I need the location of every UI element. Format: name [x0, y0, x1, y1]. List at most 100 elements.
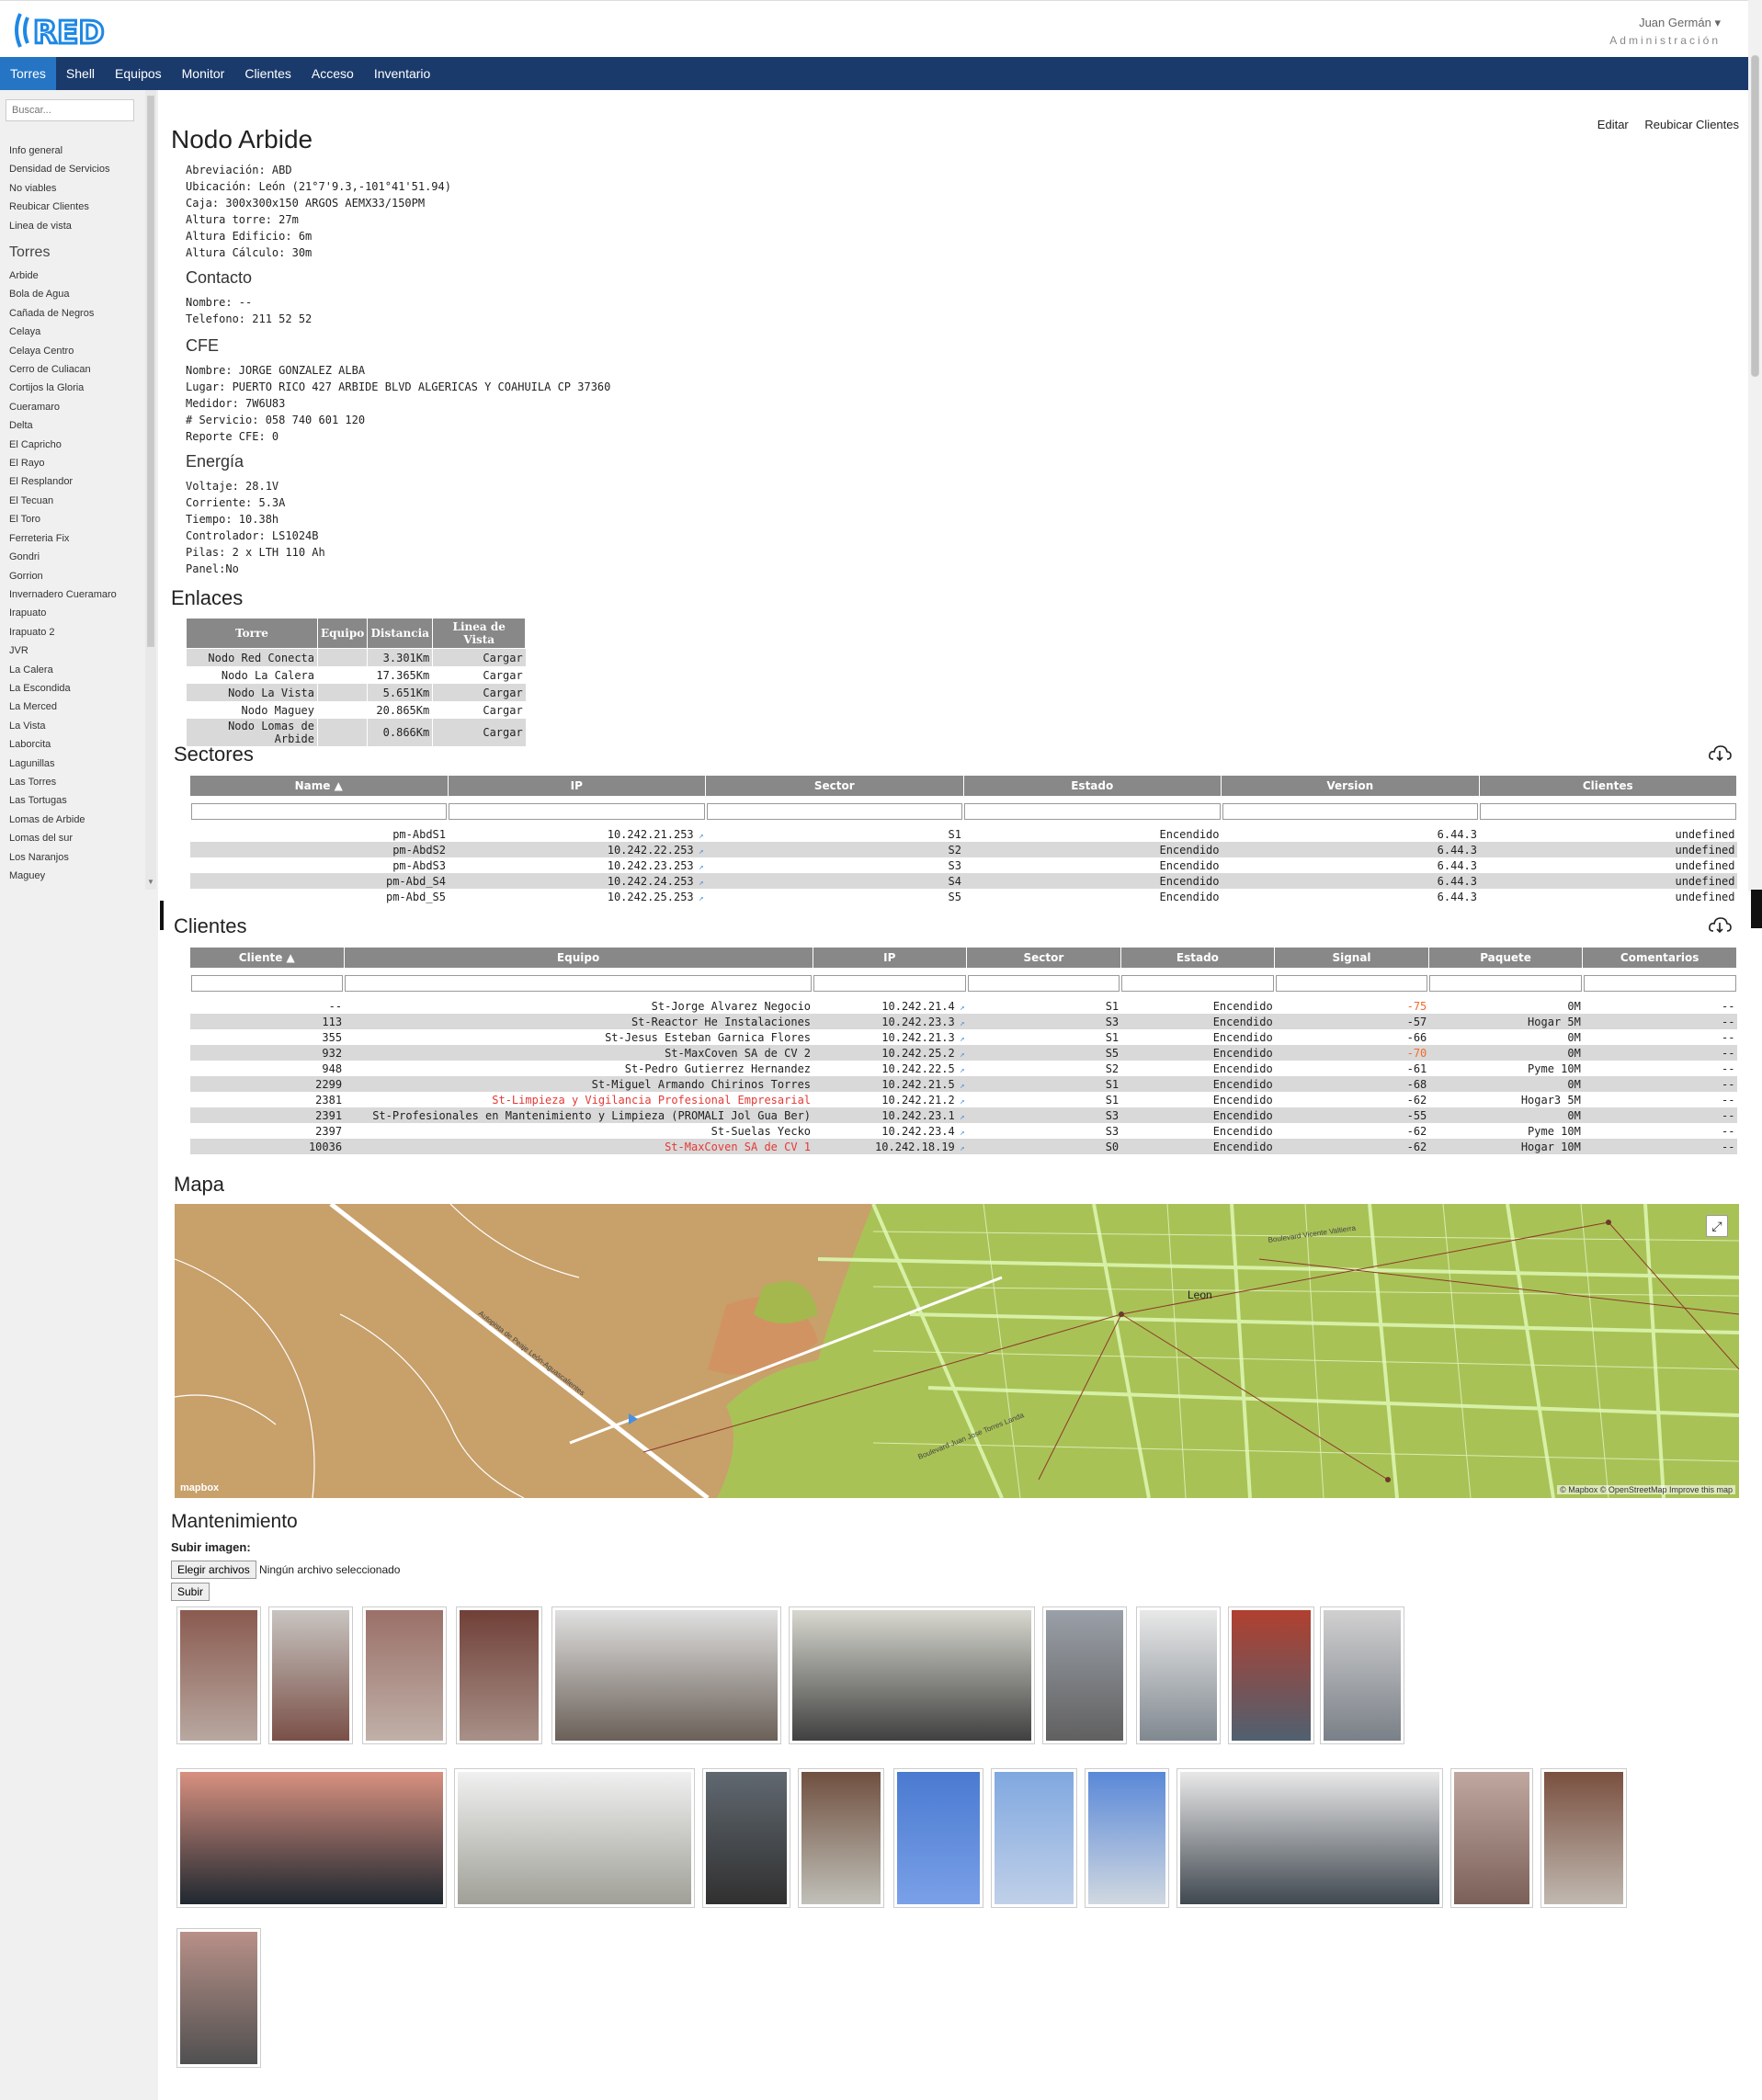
sidebar-tower-item[interactable]: El Resplandor	[9, 472, 117, 491]
table-row[interactable]: pm-AbdS3 10.242.23.253 ↗ S3 Encendido 6.44.3…	[190, 857, 1737, 873]
maintenance-photo-thumbnail[interactable]	[1228, 1606, 1314, 1744]
sidebar-link-density[interactable]: Densidad de Servicios	[9, 160, 109, 178]
sidebar-tower-item[interactable]: Cortijos la Gloria	[9, 379, 117, 397]
clients-col-header[interactable]: Comentarios	[1582, 947, 1737, 969]
maintenance-photo-thumbnail[interactable]	[454, 1768, 695, 1908]
nav-clientes[interactable]: Clientes	[234, 57, 301, 90]
map-canvas[interactable]: Leon Autopista de Peaje León-Aguascalien…	[175, 1204, 1739, 1498]
scroll-handle[interactable]	[1751, 890, 1762, 928]
load-line-of-sight-link[interactable]: Cargar	[432, 701, 526, 719]
maintenance-photo-thumbnail[interactable]	[789, 1606, 1035, 1744]
sectors-col-header[interactable]: Version	[1221, 775, 1480, 797]
sectors-col-header[interactable]: IP	[447, 775, 706, 797]
choose-files-button[interactable]: Elegir archivos	[171, 1561, 256, 1579]
external-link-icon[interactable]: ↗	[694, 894, 703, 903]
external-link-icon[interactable]: ↗	[955, 1082, 964, 1091]
clients-col-header[interactable]: Signal	[1274, 947, 1429, 969]
sidebar-tower-item[interactable]: Lomas de Arbide	[9, 811, 117, 829]
maintenance-photo-thumbnail[interactable]	[702, 1768, 790, 1908]
attribution-mapbox-link[interactable]: © Mapbox	[1560, 1485, 1597, 1494]
column-filter-input[interactable]	[1222, 803, 1478, 820]
sectors-col-header[interactable]: Clientes	[1478, 775, 1737, 797]
table-row[interactable]: 2381 St-Limpieza y Vigilancia Profesional…	[190, 1092, 1737, 1107]
maintenance-photo-thumbnail[interactable]	[893, 1768, 983, 1908]
clients-col-header[interactable]: Cliente ▲	[189, 947, 345, 969]
external-link-icon[interactable]: ↗	[955, 1097, 964, 1107]
sidebar-tower-item[interactable]: La Merced	[9, 698, 117, 716]
sidebar-tower-item[interactable]: Gorrion	[9, 567, 117, 585]
mapbox-logo[interactable]: mapbox	[180, 1482, 219, 1493]
red-logo[interactable]: RED	[11, 8, 112, 52]
external-link-icon[interactable]: ↗	[955, 1035, 964, 1044]
relocate-clients-button[interactable]: Reubicar Clientes	[1644, 118, 1739, 131]
maintenance-photo-thumbnail[interactable]	[176, 1768, 447, 1908]
load-line-of-sight-link[interactable]: Cargar	[432, 648, 526, 666]
maintenance-photo-thumbnail[interactable]	[1320, 1606, 1404, 1744]
load-line-of-sight-link[interactable]: Cargar	[432, 666, 526, 684]
improve-map-link[interactable]: Improve this map	[1669, 1485, 1733, 1494]
sidebar-tower-item[interactable]: Arbide	[9, 267, 117, 285]
maintenance-photo-thumbnail[interactable]	[1540, 1768, 1627, 1908]
clients-col-header[interactable]: Equipo	[343, 947, 813, 969]
column-filter-input[interactable]	[1583, 975, 1736, 992]
user-menu[interactable]: Juan Germán ▾ Administración	[1609, 16, 1721, 47]
clients-col-header[interactable]: Estado	[1120, 947, 1276, 969]
column-filter-input[interactable]	[813, 975, 966, 992]
table-row[interactable]: pm-Abd_S5 10.242.25.253 ↗ S5 Encendido 6.44.…	[190, 889, 1737, 904]
table-row[interactable]: pm-Abd_S4 10.242.24.253 ↗ S4 Encendido 6.44.…	[189, 873, 1737, 889]
external-link-icon[interactable]: ↗	[955, 1113, 964, 1122]
column-filter-input[interactable]	[190, 975, 344, 992]
sidebar-tower-item[interactable]: Las Torres	[9, 773, 117, 791]
column-filter-input[interactable]	[1121, 975, 1274, 992]
clients-col-header[interactable]: Sector	[966, 947, 1121, 969]
external-link-icon[interactable]: ↗	[694, 832, 703, 841]
external-link-icon[interactable]: ↗	[955, 1144, 964, 1153]
sidebar-tower-item[interactable]: JVR	[9, 641, 117, 660]
sidebar-tower-item[interactable]: La Calera	[9, 661, 117, 679]
map-view[interactable]: Leon Autopista de Peaje León-Aguascalien…	[175, 1204, 1739, 1498]
sectors-col-header[interactable]: Estado	[962, 775, 1222, 797]
table-row[interactable]: pm-AbdS1 10.242.21.253 ↗ S1 Encendido 6.44.3…	[190, 826, 1737, 842]
maintenance-photo-thumbnail[interactable]	[1042, 1606, 1127, 1744]
sidebar-link-info[interactable]: Info general	[9, 142, 109, 160]
attribution-osm-link[interactable]: © OpenStreetMap	[1600, 1485, 1667, 1494]
nav-torres[interactable]: Torres	[0, 57, 56, 90]
table-row[interactable]: 2391 St-Profesionales en Mantenimiento y …	[189, 1107, 1737, 1123]
table-row[interactable]: pm-AbdS2 10.242.22.253 ↗ S2 Encendido 6.44.3…	[189, 842, 1737, 857]
sectors-col-header[interactable]: Sector	[705, 775, 964, 797]
sidebar-tower-item[interactable]: Ferreteria Fix	[9, 529, 117, 548]
sidebar-tower-item[interactable]: Cañada de Negros	[9, 304, 117, 323]
external-link-icon[interactable]: ↗	[955, 1066, 964, 1075]
maintenance-photo-thumbnail[interactable]	[268, 1606, 353, 1744]
table-row[interactable]: 2397 St-Suelas Yecko 10.242.23.4 ↗ S3 Encend…	[190, 1123, 1737, 1139]
download-icon[interactable]	[1708, 744, 1732, 767]
sidebar-tower-item[interactable]: Las Tortugas	[9, 791, 117, 810]
external-link-icon[interactable]: ↗	[694, 847, 703, 857]
column-filter-input[interactable]	[449, 803, 705, 820]
maintenance-photo-thumbnail[interactable]	[798, 1768, 884, 1908]
tower-marker-icon[interactable]	[1119, 1311, 1124, 1317]
clients-col-header[interactable]: Paquete	[1427, 947, 1584, 969]
sidebar-tower-item[interactable]: Bola de Agua	[9, 285, 117, 303]
maintenance-photo-thumbnail[interactable]	[991, 1768, 1077, 1908]
maintenance-photo-thumbnail[interactable]	[1450, 1768, 1533, 1908]
nav-shell[interactable]: Shell	[56, 57, 105, 90]
sidebar-tower-item[interactable]: Lagunillas	[9, 755, 117, 773]
maintenance-photo-thumbnail[interactable]	[1177, 1768, 1443, 1908]
load-line-of-sight-link[interactable]: Cargar	[432, 684, 526, 701]
scroll-down-icon[interactable]: ▼	[147, 878, 154, 886]
upload-submit-button[interactable]: Subir	[171, 1583, 210, 1601]
sidebar-tower-item[interactable]: Gondri	[9, 548, 117, 566]
column-filter-input[interactable]	[706, 803, 962, 820]
sidebar-tower-item[interactable]: Irapuato	[9, 604, 117, 622]
nav-equipos[interactable]: Equipos	[105, 57, 172, 90]
maintenance-photo-thumbnail[interactable]	[176, 1606, 261, 1744]
column-filter-input[interactable]	[1275, 975, 1428, 992]
sidebar-tower-item[interactable]: Los Naranjos	[9, 848, 117, 867]
sidebar-tower-item[interactable]: Lomas del sur	[9, 829, 117, 847]
tower-marker-icon[interactable]	[1385, 1477, 1391, 1482]
sidebar-tower-item[interactable]: Invernadero Cueramaro	[9, 585, 117, 604]
clients-col-header[interactable]: IP	[812, 947, 968, 969]
tower-marker-icon[interactable]	[1606, 1220, 1611, 1225]
column-filter-input[interactable]	[967, 975, 1120, 992]
